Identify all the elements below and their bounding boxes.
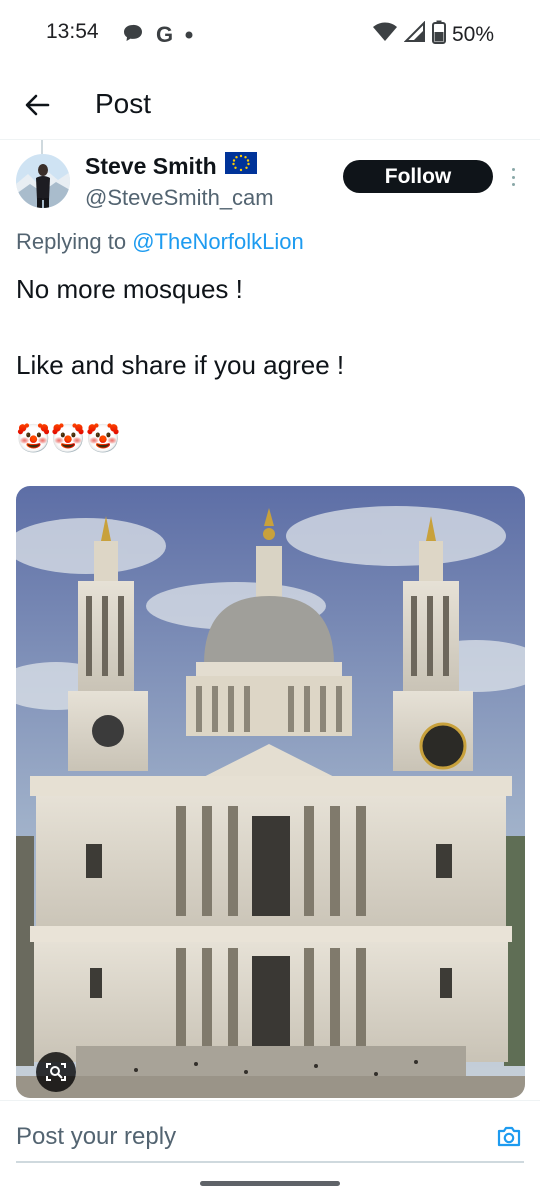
avatar[interactable] (16, 154, 70, 208)
image-search-icon[interactable] (36, 1052, 76, 1092)
back-arrow-icon (25, 94, 50, 116)
post-image[interactable] (16, 486, 525, 1098)
dot-icon (185, 26, 193, 44)
cell-signal-icon (403, 20, 426, 48)
thread-connector (41, 140, 43, 154)
clown-emojis: 🤡🤡🤡 (16, 422, 121, 455)
reply-composer: Post your reply (0, 1100, 540, 1166)
author-handle[interactable]: @SteveSmith_cam (85, 185, 274, 211)
camera-button[interactable] (494, 1121, 524, 1151)
post-text-line-1: No more mosques ! (16, 274, 243, 304)
camera-icon (497, 1126, 521, 1147)
post-text-line-2: Like and share if you agree ! (16, 350, 345, 380)
author-name[interactable]: Steve Smith (85, 152, 257, 180)
replying-to: Replying to @TheNorfolkLion (16, 229, 304, 255)
back-button[interactable] (20, 88, 54, 122)
eu-flag-icon (224, 152, 257, 180)
more-options-icon[interactable] (505, 165, 521, 189)
message-bubble-icon (122, 23, 144, 48)
emoji-text: 🤡🤡🤡 (16, 423, 121, 454)
battery-icon (431, 20, 446, 49)
home-indicator[interactable] (200, 1181, 340, 1186)
google-g-icon: G (156, 22, 174, 47)
page-title: Post (95, 88, 152, 119)
system-icons: 50% (372, 20, 494, 49)
follow-button[interactable]: Follow (343, 160, 493, 193)
notification-icons: G (122, 22, 193, 48)
wifi-icon (372, 21, 398, 48)
author-name-text: Steve Smith (85, 152, 217, 179)
replying-mention-link[interactable]: @TheNorfolkLion (132, 229, 304, 254)
reply-input-underline (16, 1161, 524, 1163)
replying-prefix: Replying to (16, 229, 127, 254)
status-time: 13:54 (46, 20, 99, 43)
reply-input[interactable]: Post your reply (16, 1123, 176, 1151)
status-bar: 13:54 G 50% (0, 0, 540, 66)
battery-percentage: 50% (451, 22, 494, 46)
top-app-bar: Post (0, 66, 540, 140)
